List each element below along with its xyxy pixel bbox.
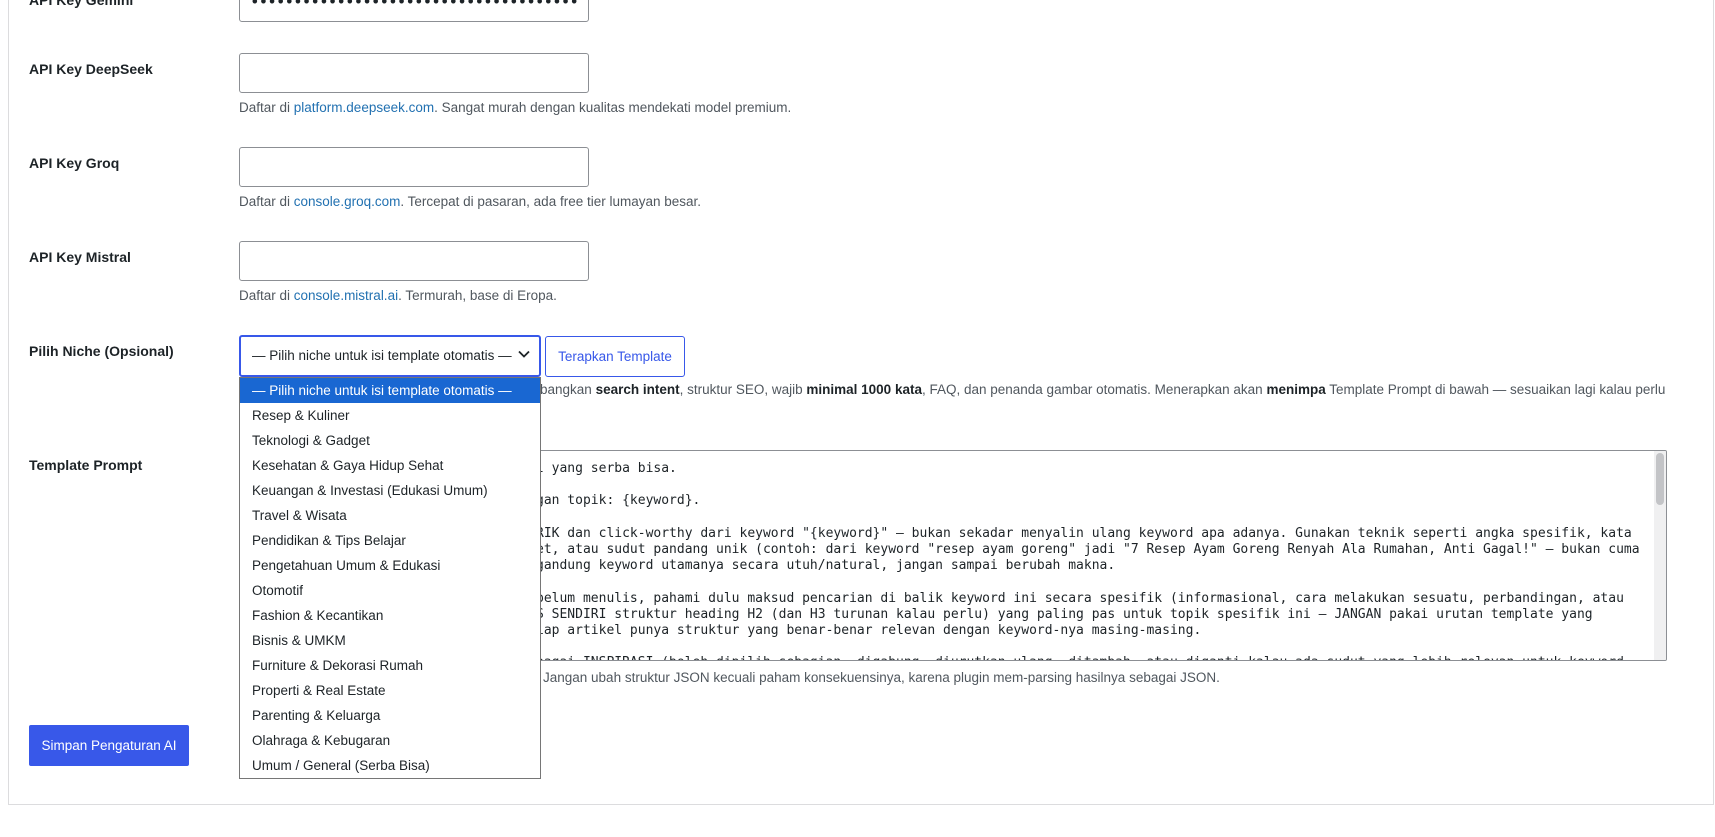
niche-option[interactable]: Keuangan & Investasi (Edukasi Umum) [240,478,540,503]
niche-select-value: — Pilih niche untuk isi template otomati… [252,348,512,363]
niche-desc-bold: search intent [595,382,680,397]
save-ai-settings-button[interactable]: Simpan Pengaturan AI [29,725,189,766]
gemini-label: API Key Gemini [29,0,134,8]
mistral-link[interactable]: console.mistral.ai [294,288,398,303]
mistral-api-key-input[interactable] [239,241,589,281]
deepseek-desc-suffix: . Sangat murah dengan kualitas mendekati… [434,100,792,115]
mistral-desc-prefix: Daftar di [239,288,294,303]
niche-option[interactable]: Properti & Real Estate [240,678,540,703]
deepseek-label: API Key DeepSeek [29,61,153,77]
groq-label: API Key Groq [29,155,120,171]
mistral-description: Daftar di console.mistral.ai. Termurah, … [239,288,557,303]
groq-desc-suffix: . Tercepat di pasaran, ada free tier lum… [400,194,702,209]
groq-link[interactable]: console.groq.com [294,194,401,209]
groq-desc-prefix: Daftar di [239,194,294,209]
niche-option[interactable]: Parenting & Keluarga [240,703,540,728]
deepseek-desc-prefix: Daftar di [239,100,294,115]
niche-option[interactable]: Umum / General (Serba Bisa) [240,753,540,778]
niche-option[interactable]: Otomotif [240,578,540,603]
niche-option[interactable]: — Pilih niche untuk isi template otomati… [240,378,540,403]
niche-desc-part: , FAQ, dan penanda gambar otomatis. Mene… [921,382,1267,397]
niche-select[interactable]: — Pilih niche untuk isi template otomati… [239,335,541,377]
mistral-label: API Key Mistral [29,249,131,265]
niche-option[interactable]: Fashion & Kecantikan [240,603,540,628]
groq-description: Daftar di console.groq.com. Tercepat di … [239,194,701,209]
niche-option[interactable]: Resep & Kuliner [240,403,540,428]
niche-option[interactable]: Pengetahuan Umum & Edukasi [240,553,540,578]
niche-description: bangkan search intent, struktur SEO, waj… [540,382,1665,397]
deepseek-api-key-input[interactable] [239,53,589,93]
apply-template-button[interactable]: Terapkan Template [545,336,685,377]
deepseek-description: Daftar di platform.deepseek.com. Sangat … [239,100,791,115]
niche-desc-part: bangkan [540,382,596,397]
niche-desc-bold: menimpa [1266,382,1326,397]
niche-option[interactable]: Kesehatan & Gaya Hidup Sehat [240,453,540,478]
template-json-note: Jangan ubah struktur JSON kecuali paham … [543,670,1220,685]
textarea-scrollbar[interactable] [1654,451,1666,660]
niche-dropdown-list: — Pilih niche untuk isi template otomati… [239,377,541,779]
template-prompt-label: Template Prompt [29,457,143,473]
niche-option[interactable]: Travel & Wisata [240,503,540,528]
niche-desc-bold: minimal 1000 kata [806,382,922,397]
groq-api-key-input[interactable] [239,147,589,187]
gemini-api-key-input[interactable]: •••••••••••••••••••••••••••••••••••••• [239,0,589,22]
niche-option[interactable]: Furniture & Dekorasi Rumah [240,653,540,678]
niche-option[interactable]: Teknologi & Gadget [240,428,540,453]
niche-option[interactable]: Bisnis & UMKM [240,628,540,653]
niche-option[interactable]: Olahraga & Kebugaran [240,728,540,753]
niche-desc-part: , struktur SEO, wajib [679,382,807,397]
deepseek-link[interactable]: platform.deepseek.com [294,100,434,115]
textarea-scroll-thumb[interactable] [1656,453,1664,505]
niche-option[interactable]: Pendidikan & Tips Belajar [240,528,540,553]
niche-label: Pilih Niche (Opsional) [29,343,174,359]
mistral-desc-suffix: . Termurah, base di Eropa. [398,288,557,303]
chevron-down-icon [518,350,530,358]
niche-desc-part: Template Prompt di bawah — sesuaikan lag… [1325,382,1666,397]
